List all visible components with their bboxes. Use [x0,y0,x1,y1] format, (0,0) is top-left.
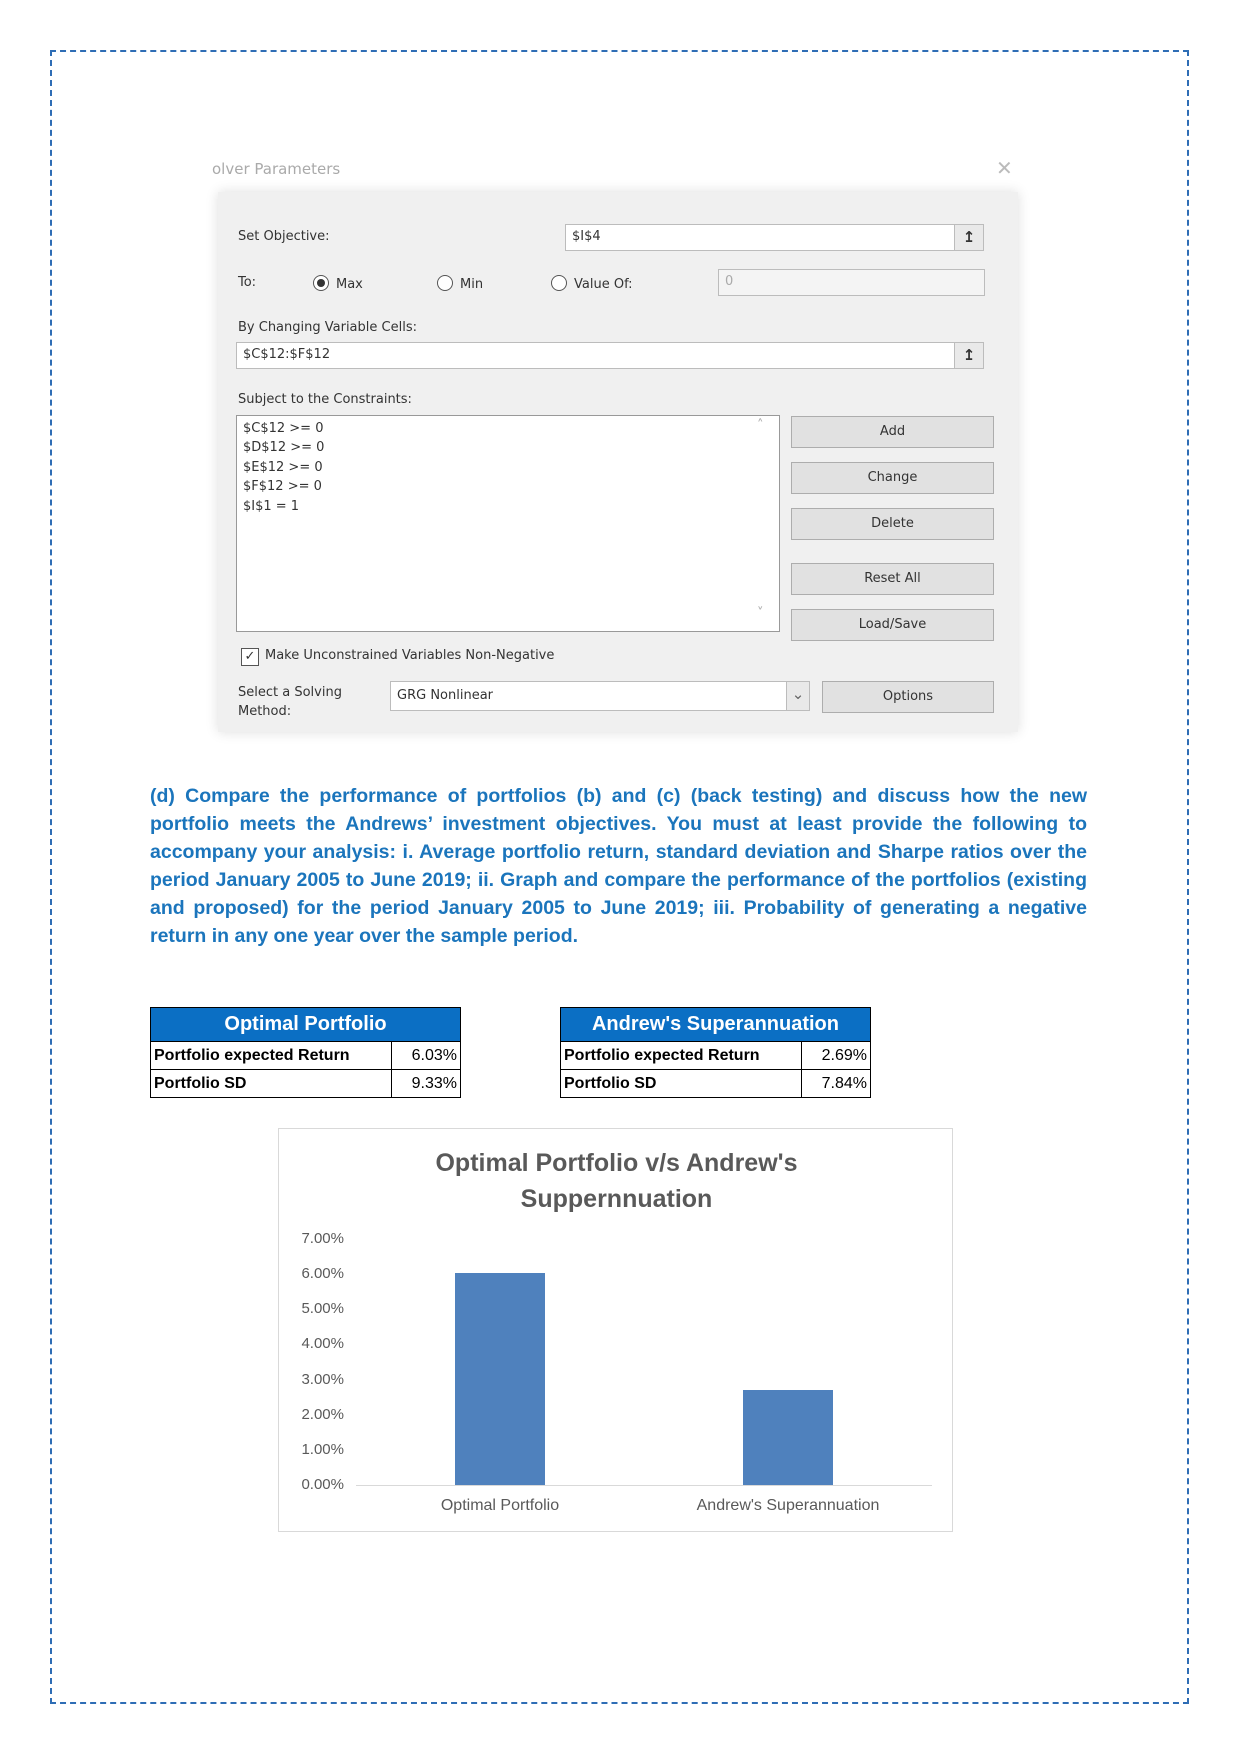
radio-min[interactable] [437,275,453,291]
non-negative-label: Make Unconstrained Variables Non-Negativ… [265,648,555,663]
row-value: 2.69% [801,1041,871,1070]
solving-method-select[interactable]: GRG Nonlinear [390,681,810,711]
question-paragraph: (d) Compare the performance of portfolio… [150,785,1087,947]
y-tick-label: 5.00% [301,1300,344,1318]
value-of-input[interactable]: 0 [718,269,985,296]
chart-title: Optimal Portfolio v/s Andrew's [435,1149,798,1177]
bar-chart: Optimal Portfolio v/s Andrew's Suppernnu… [278,1128,953,1532]
collapse-range-icon[interactable]: ↥ [954,224,984,251]
y-tick-label: 7.00% [301,1230,344,1247]
table-title: Andrew's Superannuation [560,1007,871,1042]
set-objective-label: Set Objective: [238,229,330,244]
load-save-button[interactable]: Load/Save [791,609,994,641]
x-category-label: Andrew's Superannuation [696,1497,880,1514]
method-label-2: Method: [238,704,292,719]
optimal-portfolio-table: Optimal Portfolio Portfolio expected Ret… [150,1007,461,1098]
row-value: 9.33% [391,1069,461,1098]
radio-value-of[interactable] [551,275,567,291]
scroll-down-icon[interactable]: ˅ [757,606,764,621]
options-button[interactable]: Options [822,681,994,713]
chevron-down-icon[interactable]: ⌄ [786,681,810,711]
reset-all-button[interactable]: Reset All [791,563,994,595]
constraint-item[interactable]: $C$12 >= 0 [243,421,323,436]
constraint-item[interactable]: $E$12 >= 0 [243,460,323,475]
method-label: Select a Solving [238,685,342,700]
y-tick-label: 1.00% [301,1440,344,1458]
row-label: Portfolio SD [560,1069,802,1098]
table-row: Portfolio SD 7.84% [560,1069,871,1098]
change-button[interactable]: Change [791,462,994,494]
changing-cells-label: By Changing Variable Cells: [238,320,417,335]
y-tick-label: 3.00% [301,1370,344,1388]
dialog-title: olver Parameters [212,160,341,178]
andrews-superannuation-table: Andrew's Superannuation Portfolio expect… [560,1007,871,1098]
delete-button[interactable]: Delete [791,508,994,540]
table-title: Optimal Portfolio [150,1007,461,1042]
y-tick-label: 4.00% [301,1335,344,1353]
page: olver Parameters ✕ Set Objective: $I$4 ↥… [0,0,1241,1754]
table-row: Portfolio SD 9.33% [150,1069,461,1098]
radio-max-label: Max [336,277,363,292]
bar [455,1273,545,1485]
radio-value-of-label: Value Of: [574,277,633,292]
constraint-item[interactable]: $D$12 >= 0 [243,440,324,455]
close-icon[interactable]: ✕ [996,156,1013,180]
row-label: Portfolio expected Return [560,1041,802,1070]
row-label: Portfolio SD [150,1069,392,1098]
set-objective-input[interactable]: $I$4 [565,224,955,251]
table-row: Portfolio expected Return 2.69% [560,1041,871,1070]
constraint-item[interactable]: $F$12 >= 0 [243,479,322,494]
y-tick-label: 0.00% [301,1476,344,1493]
to-label: To: [238,275,257,290]
table-row: Portfolio expected Return 6.03% [150,1041,461,1070]
y-tick-label: 6.00% [301,1265,344,1283]
row-value: 6.03% [391,1041,461,1070]
collapse-range-icon[interactable]: ↥ [954,342,984,369]
row-value: 7.84% [801,1069,871,1098]
constraints-list[interactable]: $C$12 >= 0 $D$12 >= 0 $E$12 >= 0 $F$12 >… [236,415,780,632]
scroll-up-icon[interactable]: ˄ [757,418,764,433]
bar [743,1390,833,1485]
x-axis-line [356,1485,932,1486]
add-button[interactable]: Add [791,416,994,448]
chart-title-line-2: Suppernnuation [520,1185,713,1213]
non-negative-checkbox[interactable]: ✓ [241,648,259,666]
changing-cells-input[interactable]: $C$12:$F$12 [236,342,955,369]
x-category-label: Optimal Portfolio [440,1497,560,1514]
row-label: Portfolio expected Return [150,1041,392,1070]
constraints-label: Subject to the Constraints: [238,392,412,407]
y-tick-label: 2.00% [301,1405,344,1423]
radio-min-label: Min [460,277,484,292]
radio-max[interactable] [313,275,329,291]
constraint-item[interactable]: $I$1 = 1 [243,499,299,514]
